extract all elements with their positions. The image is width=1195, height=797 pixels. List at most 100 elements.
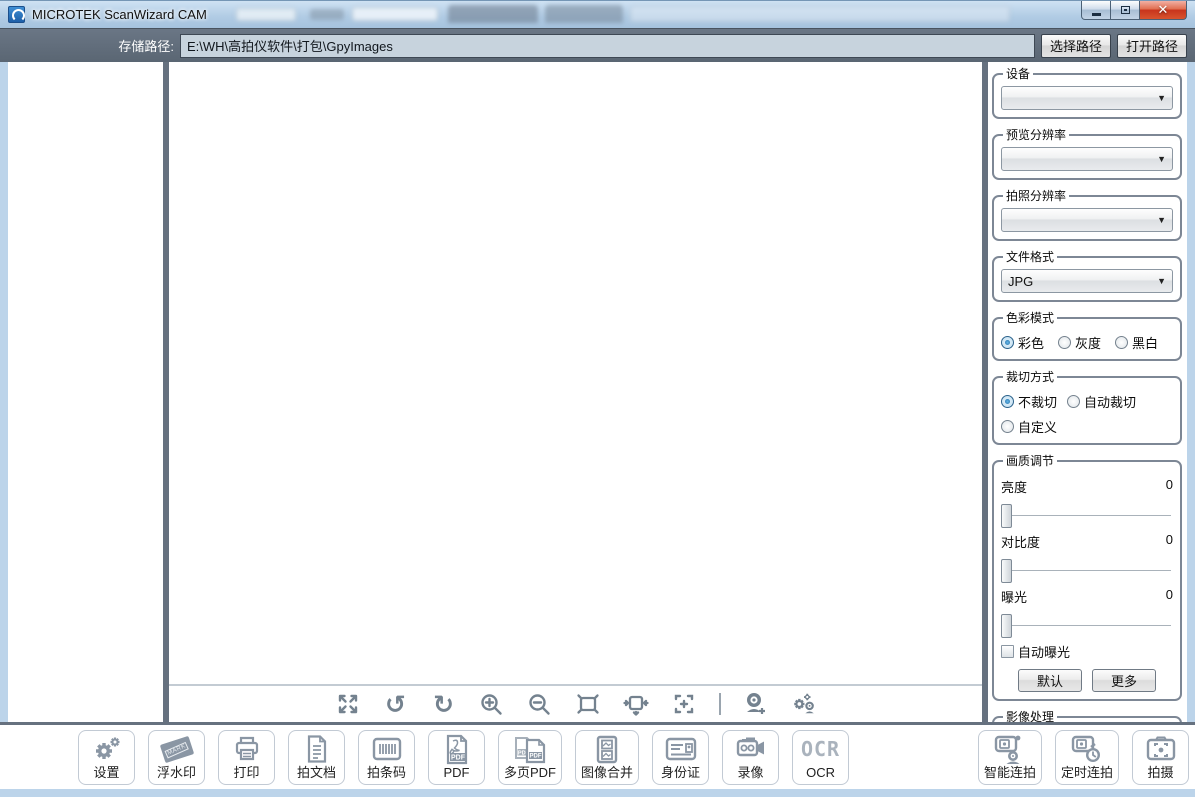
exposure-control: 曝光 0: [1001, 587, 1173, 638]
gear-icon: [90, 734, 124, 765]
pdf-button[interactable]: PDF PDF: [428, 730, 485, 785]
button-label: 定时连拍: [1061, 765, 1113, 781]
body: ↺ ↻: [0, 62, 1195, 722]
merge-images-icon: [593, 734, 621, 765]
merge-images-button[interactable]: 图像合并: [575, 730, 639, 785]
focus-center-icon[interactable]: [671, 691, 697, 717]
radio-bw[interactable]: 黑白: [1115, 333, 1158, 352]
window-controls: ✕: [1081, 1, 1187, 20]
app-icon: [8, 6, 25, 23]
thumbnail-list-panel[interactable]: [8, 62, 163, 722]
button-label: 身份证: [661, 765, 700, 781]
brightness-label: 亮度: [1001, 477, 1027, 496]
slider-track: [1001, 625, 1171, 626]
crop-mode-group: 裁切方式 不裁切 自动裁切 自定义: [992, 368, 1182, 445]
crop-mode-label: 裁切方式: [1003, 368, 1057, 385]
brightness-slider[interactable]: [1001, 504, 1173, 528]
button-label: PDF: [444, 765, 470, 781]
window-frame-bottom: [0, 789, 1195, 797]
choose-path-button[interactable]: 选择路径: [1041, 34, 1111, 58]
preview-resolution-group: 预览分辨率 ▼: [992, 126, 1182, 180]
chevron-down-icon: ▼: [1157, 93, 1166, 103]
main-area: ↺ ↻: [169, 62, 982, 722]
radio-no-crop[interactable]: 不裁切: [1001, 392, 1057, 411]
ocr-icon: OCR: [801, 734, 840, 765]
file-format-group: 文件格式 JPG ▼: [992, 248, 1182, 302]
record-video-button[interactable]: 录像: [722, 730, 779, 785]
contrast-label: 对比度: [1001, 532, 1040, 551]
slider-thumb[interactable]: [1001, 559, 1012, 583]
contrast-control: 对比度 0: [1001, 532, 1173, 583]
glass-reflection: [352, 7, 438, 21]
watermark-button[interactable]: MARK 浮水印: [148, 730, 205, 785]
fit-expand-icon[interactable]: [335, 691, 361, 717]
slider-track: [1001, 570, 1171, 571]
settings-button[interactable]: 设置: [78, 730, 135, 785]
glass-reflection: [236, 8, 296, 21]
rotate-right-icon[interactable]: ↻: [431, 691, 457, 717]
auto-exposure-checkbox[interactable]: 自动曝光: [1001, 642, 1173, 661]
photo-resolution-select[interactable]: ▼: [1001, 208, 1173, 232]
contrast-slider[interactable]: [1001, 559, 1173, 583]
bottom-toolbar: 设置 MARK 浮水印 打印: [0, 725, 1195, 789]
barcode-icon: [371, 734, 403, 765]
device-group: 设备 ▼: [992, 65, 1182, 119]
radio-icon: [1058, 336, 1071, 349]
radio-custom-crop[interactable]: 自定义: [1001, 417, 1173, 436]
exposure-slider[interactable]: [1001, 614, 1173, 638]
file-format-select[interactable]: JPG ▼: [1001, 269, 1173, 293]
device-select[interactable]: ▼: [1001, 86, 1173, 110]
preview-resolution-select[interactable]: ▼: [1001, 147, 1173, 171]
exposure-value: 0: [1166, 587, 1173, 606]
slider-thumb[interactable]: [1001, 504, 1012, 528]
color-mode-label: 色彩模式: [1003, 309, 1057, 326]
titlebar: MICROTEK ScanWizard CAM ✕: [0, 0, 1195, 28]
device-group-label: 设备: [1003, 65, 1033, 82]
webcam-settings-icon[interactable]: [791, 691, 817, 717]
radio-label: 不裁切: [1018, 392, 1057, 411]
fit-width-icon[interactable]: [623, 691, 649, 717]
restore-icon: [1121, 6, 1130, 14]
brightness-control: 亮度 0: [1001, 477, 1173, 528]
zoom-in-icon[interactable]: [479, 691, 505, 717]
color-mode-group: 色彩模式 彩色 灰度 黑白: [992, 309, 1182, 361]
webcam-add-icon[interactable]: [743, 691, 769, 717]
radio-auto-crop[interactable]: 自动裁切: [1067, 392, 1136, 411]
svg-text:PDF: PDF: [451, 754, 466, 761]
storage-path-input[interactable]: [180, 34, 1035, 58]
smart-burst-button[interactable]: 智能连拍: [978, 730, 1042, 785]
radio-label: 灰度: [1075, 333, 1101, 352]
file-format-value: JPG: [1008, 274, 1157, 289]
button-label: 智能连拍: [984, 765, 1036, 781]
radio-color[interactable]: 彩色: [1001, 333, 1044, 352]
preview-canvas[interactable]: [169, 62, 982, 684]
radio-icon: [1001, 336, 1014, 349]
quality-group: 画质调节 亮度 0 对比度 0: [992, 452, 1182, 701]
default-button[interactable]: 默认: [1018, 669, 1082, 692]
fit-screen-icon[interactable]: [575, 691, 601, 717]
slider-thumb[interactable]: [1001, 614, 1012, 638]
open-path-button[interactable]: 打开路径: [1117, 34, 1187, 58]
radio-gray[interactable]: 灰度: [1058, 333, 1101, 352]
video-camera-icon: [734, 734, 768, 765]
rotate-left-icon[interactable]: ↺: [383, 691, 409, 717]
window-title: MICROTEK ScanWizard CAM: [32, 7, 207, 22]
more-button[interactable]: 更多: [1092, 669, 1156, 692]
timed-burst-button[interactable]: 定时连拍: [1055, 730, 1119, 785]
close-button[interactable]: ✕: [1140, 1, 1187, 20]
id-card-button[interactable]: 身份证: [652, 730, 709, 785]
file-format-label: 文件格式: [1003, 248, 1057, 265]
radio-label: 自定义: [1018, 417, 1057, 436]
capture-button[interactable]: 拍摄: [1132, 730, 1189, 785]
capture-barcode-button[interactable]: 拍条码: [358, 730, 415, 785]
print-button[interactable]: 打印: [218, 730, 275, 785]
button-label: 多页PDF: [504, 765, 556, 781]
minimize-button[interactable]: [1081, 1, 1111, 20]
ocr-button[interactable]: OCR OCR: [792, 730, 849, 785]
app-window: MICROTEK ScanWizard CAM ✕ 存储路径: 选择路径 打开路…: [0, 0, 1195, 797]
button-label: 设置: [93, 765, 119, 781]
zoom-out-icon[interactable]: [527, 691, 553, 717]
capture-document-button[interactable]: 拍文档: [288, 730, 345, 785]
multi-page-pdf-button[interactable]: PDF PDF 多页PDF: [498, 730, 562, 785]
restore-button[interactable]: [1111, 1, 1140, 20]
